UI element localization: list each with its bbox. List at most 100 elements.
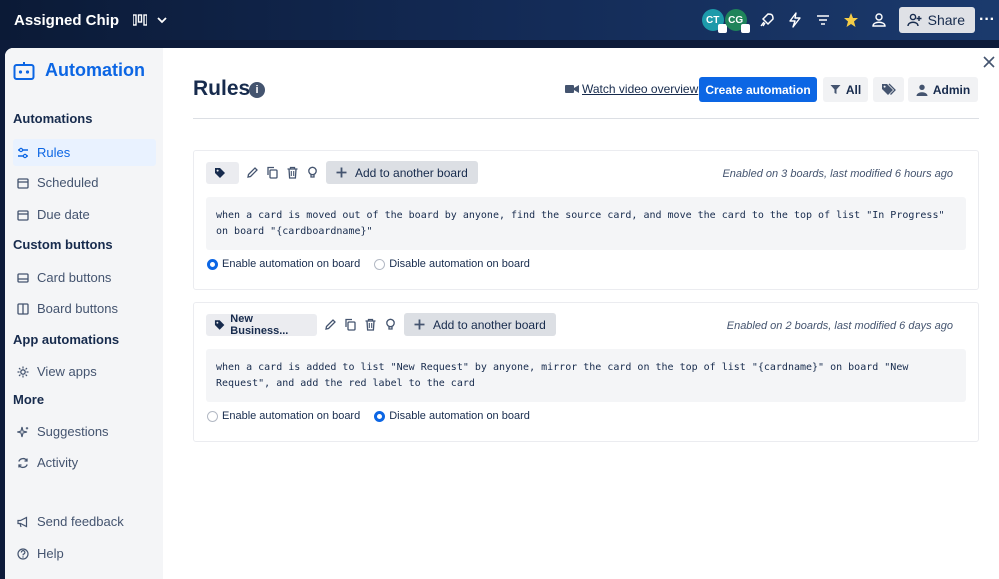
section-app-automations: App automations — [13, 332, 120, 347]
info-icon[interactable]: i — [249, 82, 265, 98]
rule-toggle: Enable automation on board Disable autom… — [207, 258, 544, 270]
sidebar-item-label: Help — [37, 546, 64, 561]
rule-description: when a card is moved out of the board by… — [206, 197, 966, 250]
rule-meta: Enabled on 2 boards, last modified 6 day… — [726, 320, 953, 332]
rule-label-chip[interactable] — [206, 161, 239, 184]
enable-automation-radio[interactable]: Enable automation on board — [207, 410, 360, 422]
plus-icon — [414, 319, 425, 330]
enable-automation-label: Enable automation on board — [222, 258, 361, 270]
filter-all-button[interactable]: All — [823, 77, 868, 102]
video-camera-icon — [565, 85, 579, 93]
avatar-ct[interactable]: CT — [701, 9, 727, 33]
copy-icon[interactable] — [344, 318, 357, 331]
watch-video-link[interactable]: Watch video overview — [565, 82, 698, 96]
chevron-down-icon — [157, 17, 167, 24]
sliders-icon — [18, 147, 28, 158]
filter-button[interactable] — [809, 6, 837, 34]
add-to-board-label: Add to another board — [433, 317, 546, 332]
tag-icon — [214, 319, 225, 330]
rule-label-text: New Business... — [230, 312, 289, 337]
add-to-board-button[interactable]: Add to another board — [404, 313, 556, 336]
team-visibility-icon — [871, 13, 886, 27]
add-person-icon — [906, 13, 922, 27]
sidebar-item-card-buttons[interactable]: Card buttons — [13, 264, 156, 291]
power-ups-button[interactable] — [753, 6, 781, 34]
share-label: Share — [927, 12, 965, 28]
member-badge-icon — [740, 24, 750, 33]
avatar-cg[interactable]: CG — [724, 9, 750, 33]
sidebar-title: Automation — [45, 60, 145, 80]
filter-lines-icon — [816, 15, 829, 25]
lightbulb-icon[interactable] — [384, 318, 397, 331]
person-icon — [916, 84, 928, 96]
rules-main: Rules i Watch video overview Create auto… — [163, 48, 999, 579]
copy-icon[interactable] — [266, 166, 279, 179]
rocket-icon — [760, 13, 774, 27]
radio-empty-indicator — [207, 410, 218, 422]
rule-meta: Enabled on 3 boards, last modified 6 hou… — [722, 168, 953, 180]
sidebar-item-label: Suggestions — [37, 424, 109, 439]
add-to-board-label: Add to another board — [355, 165, 468, 180]
trash-icon[interactable] — [364, 318, 377, 331]
radio-empty-indicator — [374, 258, 386, 270]
sparkle-icon — [17, 426, 29, 437]
share-button[interactable]: Share — [898, 7, 975, 33]
sidebar-item-due-date[interactable]: Due date — [13, 201, 156, 228]
board-menu-button[interactable]: ··· — [975, 11, 999, 29]
member-badge-icon — [717, 24, 727, 33]
close-icon[interactable] — [981, 54, 997, 70]
sidebar-item-board-buttons[interactable]: Board buttons — [13, 295, 156, 322]
calendar-icon — [17, 177, 29, 189]
add-to-board-button[interactable]: Add to another board — [326, 161, 478, 184]
admin-label: Admin — [932, 82, 971, 97]
board-view-icon — [133, 14, 148, 26]
sidebar-item-scheduled[interactable]: Scheduled — [13, 169, 156, 196]
rule-card: Add to another board Enabled on 3 boards… — [193, 150, 979, 290]
disable-automation-label: Disable automation on board — [389, 410, 530, 422]
star-icon — [843, 13, 858, 27]
tag-icon — [215, 167, 225, 178]
enable-automation-radio[interactable]: Enable automation on board — [207, 258, 360, 270]
lightning-icon — [788, 12, 801, 28]
automation-panel: Automation Automations Rules Scheduled D… — [5, 48, 999, 579]
lightbulb-icon[interactable] — [306, 166, 319, 179]
star-button[interactable] — [837, 6, 865, 34]
sidebar-item-help[interactable]: Help — [13, 540, 156, 567]
sidebar-item-label: Board buttons — [37, 301, 118, 316]
radio-selected-indicator — [374, 410, 386, 422]
rule-toolbar: New Business... Add to another board — [206, 312, 556, 337]
sidebar-item-suggestions[interactable]: Suggestions — [13, 418, 156, 445]
card-icon — [17, 272, 29, 283]
disable-automation-radio[interactable]: Disable automation on board — [374, 258, 530, 270]
gear-icon — [17, 366, 29, 377]
create-automation-button[interactable]: Create automation — [699, 77, 817, 102]
watch-video-label: Watch video overview — [582, 82, 699, 96]
disable-automation-radio[interactable]: Disable automation on board — [374, 410, 530, 422]
pencil-icon[interactable] — [246, 166, 259, 179]
section-custom-buttons: Custom buttons — [13, 237, 113, 252]
board-title[interactable]: Assigned Chip — [14, 12, 119, 29]
automation-button[interactable] — [781, 6, 809, 34]
automation-sidebar: Automation Automations Rules Scheduled D… — [5, 48, 163, 579]
labels-filter-button[interactable] — [873, 77, 904, 102]
trash-icon[interactable] — [286, 166, 299, 179]
funnel-icon — [830, 85, 841, 94]
sidebar-item-label: Scheduled — [37, 175, 99, 190]
sidebar-item-rules[interactable]: Rules — [13, 139, 156, 166]
sidebar-item-label: Card buttons — [37, 270, 112, 285]
sidebar-item-send-feedback[interactable]: Send feedback — [13, 508, 156, 535]
sidebar-item-view-apps[interactable]: View apps — [13, 358, 156, 385]
rule-toggle: Enable automation on board Disable autom… — [207, 410, 544, 422]
admin-button[interactable]: Admin — [908, 77, 978, 102]
avatar-initials: CT — [705, 14, 720, 26]
rule-label-chip[interactable]: New Business... — [206, 312, 317, 337]
sidebar-item-label: Rules — [37, 145, 71, 160]
sidebar-item-activity[interactable]: Activity — [13, 449, 156, 476]
megaphone-icon — [17, 516, 28, 527]
visibility-button[interactable] — [865, 6, 893, 34]
pencil-icon[interactable] — [324, 318, 337, 331]
section-more: More — [13, 392, 45, 407]
tags-icon — [882, 83, 896, 95]
disable-automation-label: Disable automation on board — [389, 258, 530, 270]
board-view-switcher[interactable] — [133, 13, 169, 27]
